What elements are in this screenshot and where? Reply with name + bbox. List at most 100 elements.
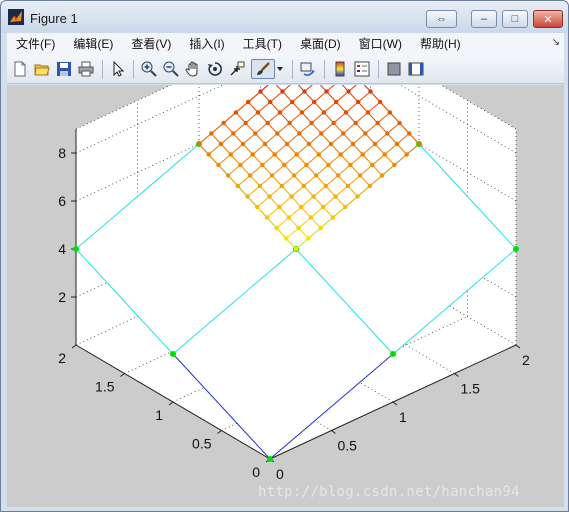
fine-mesh-vertex-marker [333, 194, 338, 199]
legend-icon[interactable] [352, 59, 372, 79]
restore-button[interactable]: ⇔ [426, 10, 457, 28]
fine-mesh-vertex-marker [304, 162, 309, 168]
x-tick-mark [392, 401, 398, 406]
fine-mesh-vertex-marker [267, 194, 272, 199]
minimize-button[interactable]: – [471, 10, 497, 28]
print-icon[interactable] [76, 59, 96, 79]
y-tick-mark [168, 401, 174, 406]
show-plot-tools-icon[interactable] [406, 59, 426, 79]
pan-icon[interactable] [183, 59, 203, 79]
menu-view[interactable]: 查看(V) [122, 35, 180, 52]
window-title: Figure 1 [30, 11, 78, 26]
fine-mesh-vertex-marker [280, 89, 285, 94]
y-tick-label: 1.5 [95, 379, 115, 395]
fine-mesh-vertex-marker [243, 120, 248, 126]
rotate-3d-icon[interactable] [205, 59, 225, 79]
fine-mesh-vertex-marker [335, 173, 341, 178]
y-tick-mark [120, 373, 125, 377]
zoom-out-icon[interactable] [161, 59, 181, 79]
mesh-3d-plot[interactable]: 0 0.5 1 1.5 2 0 0.5 1 1.5 2 2 4 6 8 [7, 85, 564, 507]
link-plot-icon[interactable] [298, 59, 318, 79]
fine-mesh-vertex-marker [294, 152, 299, 157]
fine-mesh-vertex-marker [240, 141, 246, 147]
menu-help[interactable]: 帮助(H) [411, 35, 470, 52]
fine-mesh-vertex-marker [253, 131, 258, 136]
fine-mesh-vertex-marker [264, 215, 270, 220]
toolbar-separator [102, 60, 103, 79]
x-tick-mark [454, 373, 459, 377]
fine-mesh-vertex-marker [250, 152, 255, 157]
fine-mesh-vertex-marker [262, 141, 268, 147]
figure-canvas[interactable]: 0 0.5 1 1.5 2 0 0.5 1 1.5 2 2 4 6 8 [7, 85, 564, 507]
menu-dock-arrow-icon[interactable]: ↘ [552, 37, 560, 48]
colorbar-icon[interactable] [330, 59, 350, 79]
fine-mesh-vertex-marker [301, 183, 306, 189]
fine-mesh-vertex-marker [286, 215, 292, 220]
hide-plot-tools-icon[interactable] [384, 59, 404, 79]
fine-mesh-vertex-marker [274, 225, 279, 231]
zoom-in-icon[interactable] [139, 59, 159, 79]
figure-toolbar [7, 54, 564, 84]
fine-mesh-vertex-marker [299, 110, 305, 115]
fine-mesh-vertex-marker [343, 110, 349, 115]
x-tick-label: 0.5 [338, 438, 358, 454]
menu-window[interactable]: 窗口(W) [350, 35, 411, 52]
menu-file[interactable]: 文件(F) [7, 35, 64, 52]
fine-mesh-vertex-marker [330, 215, 336, 220]
fine-mesh-vertex-marker [235, 183, 240, 189]
z-tick-label: 6 [58, 193, 66, 209]
fine-mesh-vertex-marker [255, 110, 261, 115]
fine-mesh-vertex-marker [268, 99, 273, 105]
x-tick-label: 1.5 [461, 381, 481, 397]
fine-mesh-vertex-marker [272, 152, 277, 157]
y-tick-label: 2 [58, 350, 66, 366]
x-tick-label: 2 [522, 352, 530, 368]
matlab-icon [8, 9, 24, 25]
fine-mesh-vertex-marker [318, 225, 323, 231]
fine-mesh-vertex-marker [306, 141, 312, 147]
fine-mesh-vertex-marker [404, 152, 409, 157]
fine-mesh-vertex-marker [379, 173, 385, 178]
toolbar-separator [292, 60, 293, 79]
new-figure-icon[interactable] [10, 59, 30, 79]
fine-mesh-vertex-marker [338, 152, 343, 157]
menu-desktop[interactable]: 桌面(D) [291, 35, 350, 52]
x-tick-label: 0 [276, 466, 284, 482]
fine-mesh-vertex-marker [321, 110, 327, 115]
title-bar[interactable]: Figure 1 ⇔ – □ ✕ [1, 1, 568, 33]
fine-mesh-vertex-marker [370, 162, 375, 168]
menu-insert[interactable]: 插入(I) [180, 35, 233, 52]
fine-mesh-vertex-marker [302, 89, 307, 94]
close-button[interactable]: ✕ [533, 10, 563, 28]
fine-mesh-vertex-marker [287, 120, 292, 126]
fine-mesh-vertex-marker [387, 110, 393, 115]
y-tick-label: 0.5 [192, 436, 212, 452]
x-tick-label: 1 [399, 409, 407, 425]
brush-icon[interactable] [251, 59, 275, 79]
fine-mesh-vertex-marker [375, 120, 380, 126]
fine-mesh-vertex-marker [363, 131, 368, 136]
fine-mesh-vertex-marker [321, 204, 326, 210]
y-tick-label: 0 [252, 464, 260, 480]
x-tick-mark [515, 344, 521, 349]
z-tick-label: 4 [58, 241, 66, 257]
fine-mesh-vertex-marker [284, 141, 290, 147]
brush-dropdown-icon[interactable] [275, 59, 285, 79]
menu-edit[interactable]: 编辑(E) [64, 35, 122, 52]
fine-mesh-vertex-marker [260, 162, 265, 168]
fine-mesh-vertex-marker [228, 152, 233, 157]
fine-mesh-vertex-marker [311, 194, 316, 199]
fine-mesh-vertex-marker [341, 131, 346, 136]
open-file-icon[interactable] [32, 59, 52, 79]
fine-mesh-vertex-marker [282, 162, 287, 168]
z-tick-label: 2 [58, 289, 66, 305]
maximize-button[interactable]: □ [502, 10, 528, 28]
data-cursor-icon[interactable] [227, 59, 247, 79]
fine-mesh-vertex-marker [312, 99, 317, 105]
z-tick-label: 8 [58, 145, 66, 161]
fine-mesh-vertex-marker [231, 131, 236, 136]
menu-tools[interactable]: 工具(T) [234, 35, 291, 52]
fine-mesh-vertex-marker [216, 162, 221, 168]
edit-plot-icon[interactable] [108, 59, 128, 79]
save-icon[interactable] [54, 59, 74, 79]
